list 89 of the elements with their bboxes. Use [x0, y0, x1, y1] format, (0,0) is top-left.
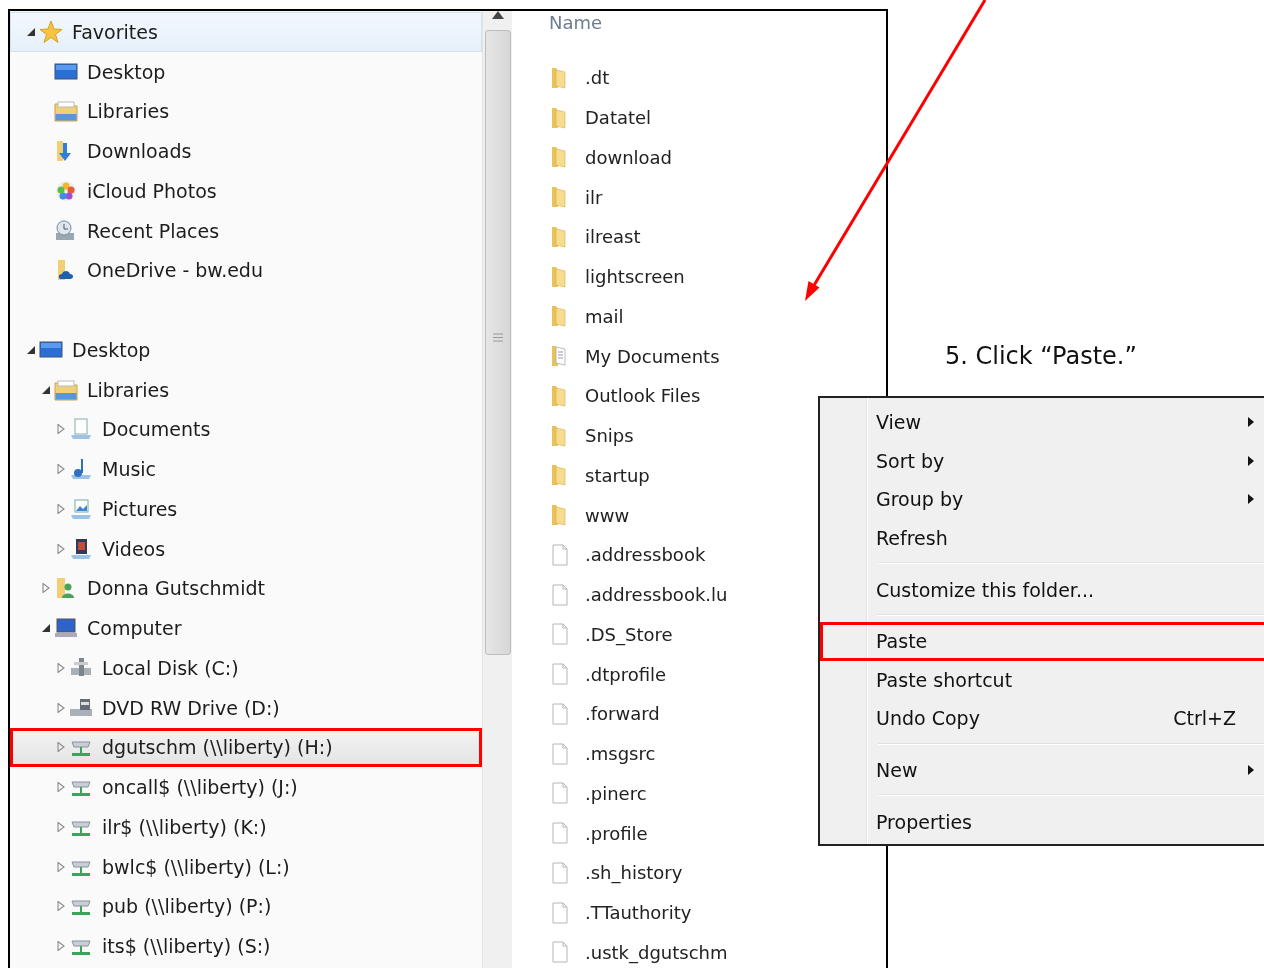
menu-item[interactable]: Paste shortcut	[820, 660, 1264, 700]
file-item[interactable]: www	[549, 495, 630, 535]
tree-item[interactable]: Documents	[10, 409, 482, 450]
tree-item[interactable]: Desktop	[10, 51, 482, 92]
music-note-icon	[68, 457, 94, 482]
expander-icon[interactable]	[26, 344, 36, 355]
file-item[interactable]: ilr	[549, 177, 603, 217]
tree-item[interactable]: Recent Places	[10, 210, 482, 251]
file-item[interactable]: .profile	[549, 813, 648, 853]
tree-item[interactable]: its$ (\\liberty) (S:)	[10, 926, 482, 966]
menu-item[interactable]: New	[820, 750, 1264, 790]
file-item[interactable]: .ustk_dgutschm	[549, 932, 728, 968]
tree-item[interactable]: Local Disk (C:)	[10, 648, 482, 688]
file-icon	[549, 582, 571, 607]
grip-icon	[492, 333, 503, 342]
tree-item[interactable]: Donna Gutschmidt	[10, 568, 482, 609]
tree-item[interactable]: Favorites	[10, 12, 482, 52]
tree-item[interactable]: Videos	[10, 528, 482, 569]
tree-item[interactable]: iCloud Photos	[10, 171, 482, 211]
menu-item[interactable]: Properties	[820, 802, 1264, 841]
file-icon	[549, 940, 571, 965]
file-item[interactable]: download	[549, 137, 673, 178]
file-icon	[549, 542, 571, 567]
instruction-text: 5. Click “Paste.”	[945, 342, 1137, 370]
file-item[interactable]: .TTauthority	[549, 892, 692, 933]
file-icon	[549, 741, 571, 766]
expander-icon[interactable]	[26, 26, 36, 37]
file-icon	[549, 781, 571, 806]
photos-icon	[53, 178, 79, 203]
file-item[interactable]: .sh_history	[549, 853, 683, 893]
menu-item[interactable]: Refresh	[820, 518, 1264, 558]
expander-icon[interactable]	[41, 384, 51, 395]
tree-item[interactable]: Desktop	[10, 330, 482, 370]
file-item[interactable]: mail	[549, 296, 624, 337]
scrollbar[interactable]	[482, 11, 512, 968]
file-item[interactable]: .pinerc	[549, 773, 647, 814]
menu-item[interactable]: Customize this folder...	[820, 570, 1264, 609]
picture-icon	[68, 496, 94, 521]
file-item[interactable]: Snips	[549, 415, 634, 456]
star-icon	[38, 19, 64, 44]
file-item[interactable]: startup	[549, 455, 650, 496]
tree-item[interactable]: Libraries	[10, 91, 482, 132]
file-item[interactable]: .dt	[549, 58, 610, 98]
library-icon	[53, 377, 79, 402]
submenu-arrow-icon	[1248, 494, 1254, 505]
scrollbar-thumb[interactable]	[484, 30, 511, 655]
file-item[interactable]: Outlook Files	[549, 376, 701, 416]
file-icon	[549, 662, 571, 687]
tree-item[interactable]: Libraries	[10, 369, 482, 410]
tree-item[interactable]: Downloads	[10, 131, 482, 171]
menu-item[interactable]: Paste	[820, 621, 1264, 661]
tree-item[interactable]: oncall$ (\\liberty) (J:)	[10, 767, 482, 807]
tree-item[interactable]: Computer	[10, 608, 482, 648]
tree-item[interactable]: ilr$ (\\liberty) (K:)	[10, 807, 482, 847]
tree-item[interactable]: Music	[10, 449, 482, 489]
tree-item[interactable]: dgutschm (\\liberty) (H:)	[10, 727, 482, 768]
tree-item[interactable]: OneDrive - bw.edu	[10, 250, 482, 291]
file-icon	[549, 860, 571, 885]
file-item[interactable]: .addressbook.lu	[549, 574, 728, 615]
expander-icon[interactable]	[41, 623, 51, 634]
tree-item[interactable]: Pictures	[10, 489, 482, 529]
menu-item[interactable]: Sort by	[820, 441, 1264, 481]
file-item[interactable]: lightscreen	[549, 256, 685, 297]
file-item[interactable]: .DS_Store	[549, 614, 673, 655]
file-icon	[549, 701, 571, 726]
file-item[interactable]: Datatel	[549, 97, 652, 138]
menu-item[interactable]: Group by	[820, 480, 1264, 519]
tree-item[interactable]: pub (\\liberty) (P:)	[10, 886, 482, 927]
column-header[interactable]: Name	[549, 11, 603, 35]
library-icon	[53, 99, 79, 124]
file-item[interactable]: .forward	[549, 694, 660, 734]
file-item[interactable]: ilreast	[549, 217, 641, 257]
submenu-arrow-icon	[1248, 455, 1254, 466]
video-icon	[68, 536, 94, 561]
file-icon	[549, 900, 571, 925]
file-item[interactable]: .msgsrc	[549, 733, 656, 774]
document-icon	[68, 417, 94, 442]
file-item[interactable]: My Documents	[549, 336, 720, 376]
file-item[interactable]: .dtprofile	[549, 654, 667, 694]
tree-item[interactable]: DVD RW Drive (D:)	[10, 687, 482, 728]
scroll-up-icon[interactable]	[491, 11, 504, 19]
file-icon	[549, 622, 571, 647]
file-item[interactable]: .addressbook	[549, 535, 706, 575]
file-icon	[549, 821, 571, 846]
menu-item[interactable]: View	[820, 403, 1264, 442]
menu-item[interactable]: Undo Copy Ctrl+Z	[820, 699, 1264, 738]
submenu-arrow-icon	[1248, 765, 1254, 776]
submenu-arrow-icon	[1248, 417, 1254, 428]
tree-item[interactable]: bwlc$ (\\liberty) (L:)	[10, 846, 482, 887]
